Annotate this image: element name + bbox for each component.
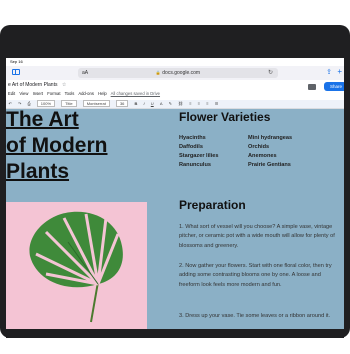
list-item: Anemones bbox=[248, 153, 277, 159]
title-line-3: Plants bbox=[6, 160, 70, 183]
varieties-list-1: Hyacinths Daffodils Stargazer lilies Ran… bbox=[179, 134, 219, 170]
menu-help[interactable]: Help bbox=[98, 91, 107, 96]
list-item: Orchids bbox=[248, 144, 270, 150]
redo-icon[interactable]: ↷ bbox=[18, 101, 21, 106]
reload-icon[interactable]: ↻ bbox=[268, 68, 273, 78]
lock-icon: 🔒 bbox=[155, 70, 161, 75]
star-icon[interactable]: ☆ bbox=[62, 82, 66, 88]
menu-insert[interactable]: Insert bbox=[33, 91, 43, 96]
menu-format[interactable]: Format bbox=[47, 91, 60, 96]
paragraph-3: 3. Dress up your vase. Tie some leaves o… bbox=[179, 313, 331, 319]
menu-addons[interactable]: Add-ons bbox=[78, 91, 94, 96]
font-size-select[interactable]: 36 bbox=[115, 100, 129, 107]
list-icon[interactable]: ☰ bbox=[215, 101, 219, 106]
saved-status[interactable]: All changes saved in Drive bbox=[111, 91, 160, 96]
italic-button[interactable]: I bbox=[144, 101, 145, 106]
bold-button[interactable]: B bbox=[135, 101, 138, 106]
list-item: Ranunculus bbox=[179, 162, 212, 168]
zoom-select[interactable]: 100% bbox=[36, 100, 56, 107]
new-tab-icon[interactable]: + bbox=[337, 67, 342, 76]
font-select[interactable]: Montserrat bbox=[82, 100, 110, 107]
list-item: Stargazer lilies bbox=[179, 153, 219, 159]
print-icon[interactable]: ⎙ bbox=[27, 101, 30, 106]
status-time: Sep 16 bbox=[10, 59, 23, 64]
status-bar: Sep 16 bbox=[6, 58, 344, 66]
preparation-heading: Preparation bbox=[179, 198, 246, 212]
list-item: Daffodils bbox=[179, 144, 203, 150]
doc-title[interactable]: e Art of Modern Plants bbox=[8, 82, 57, 88]
align-right-icon[interactable]: ≡ bbox=[206, 101, 208, 106]
docs-header: e Art of Modern Plants ☆ Edit View Inser… bbox=[6, 80, 344, 109]
underline-button[interactable]: U bbox=[151, 101, 154, 106]
monstera-photo bbox=[6, 202, 147, 329]
align-left-icon[interactable]: ≡ bbox=[189, 101, 191, 106]
share-icon[interactable]: ⇪ bbox=[326, 68, 332, 76]
browser-toolbar: aA 🔒 docs.google.com ↻ ⇪ + bbox=[6, 66, 344, 80]
formatting-toolbar: ↶ ↷ ⎙ 100% Title Montserrat 36 B I U A ✎… bbox=[6, 100, 344, 108]
title-line-2: of Modern bbox=[6, 134, 108, 157]
paragraph-2: 2. Now gather your flowers. Start with o… bbox=[179, 263, 332, 288]
list-item: Mini hydrangeas bbox=[248, 135, 293, 141]
menu-view[interactable]: View bbox=[19, 91, 28, 96]
doc-title-row: e Art of Modern Plants ☆ bbox=[8, 82, 66, 88]
title-line-1: The Art bbox=[6, 109, 79, 131]
url-text: docs.google.com bbox=[162, 70, 201, 76]
varieties-heading: Flower Varieties bbox=[179, 110, 271, 124]
share-button[interactable]: Share bbox=[324, 82, 344, 91]
align-center-icon[interactable]: ≡ bbox=[198, 101, 200, 106]
menu-edit[interactable]: Edit bbox=[8, 91, 15, 96]
menu-bar: Edit View Insert Format Tools Add-ons He… bbox=[8, 91, 163, 96]
monstera-leaf-icon bbox=[29, 211, 123, 323]
bottom-bezel bbox=[6, 329, 344, 338]
link-icon[interactable]: ⛓ bbox=[178, 101, 183, 106]
menu-tools[interactable]: Tools bbox=[65, 91, 75, 96]
reader-options-button[interactable]: aA bbox=[82, 68, 88, 78]
document-title: The Art of Modern Plants bbox=[6, 109, 136, 185]
varieties-list-2: Mini hydrangeas Orchids Anemones Prairie… bbox=[248, 134, 292, 170]
address-bar[interactable]: aA 🔒 docs.google.com ↻ bbox=[78, 68, 278, 78]
sidebar-icon[interactable] bbox=[12, 69, 20, 75]
text-color-button[interactable]: A bbox=[160, 101, 163, 106]
highlight-icon[interactable]: ✎ bbox=[169, 101, 172, 106]
style-select[interactable]: Title bbox=[61, 100, 77, 107]
paragraph-1: 1. What sort of vessel will you choose? … bbox=[179, 224, 335, 249]
list-item: Hyacinths bbox=[179, 135, 206, 141]
document-viewport[interactable]: The Art of Modern Plants Flower Varietie… bbox=[6, 109, 344, 329]
undo-icon[interactable]: ↶ bbox=[9, 101, 12, 106]
list-item: Prairie Gentians bbox=[248, 162, 291, 168]
comment-icon[interactable] bbox=[308, 84, 316, 90]
